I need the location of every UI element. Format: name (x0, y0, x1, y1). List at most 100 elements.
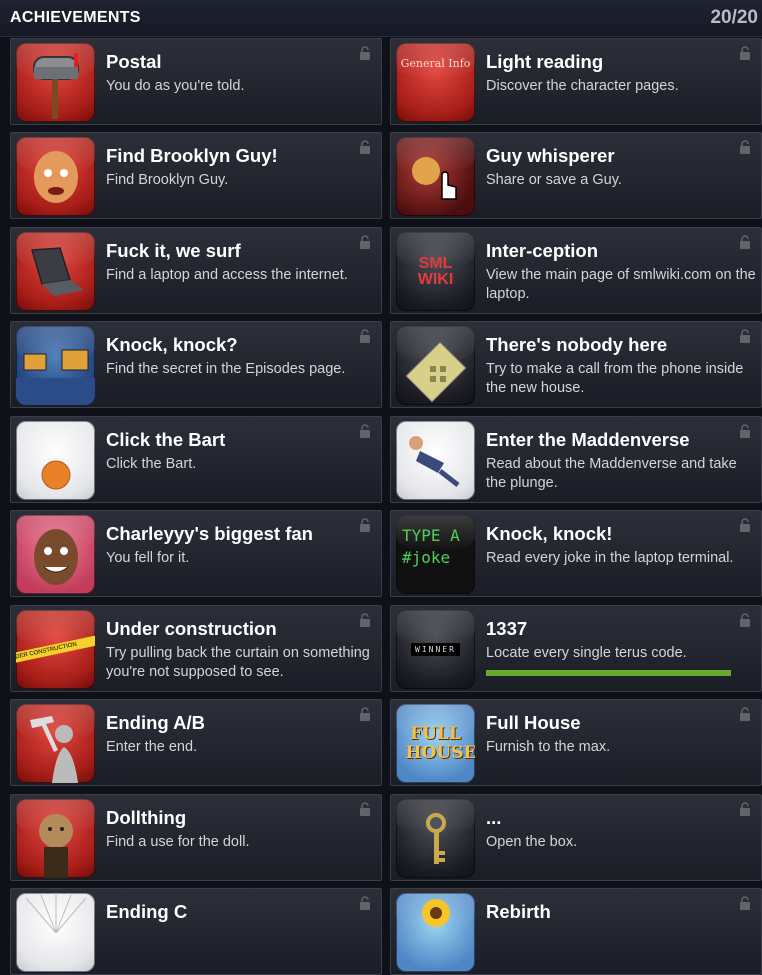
achievement-card-ending-c[interactable]: Ending C (10, 888, 382, 975)
achievement-name: Under construction (106, 618, 277, 639)
thumb-text: FULL HOUSE (405, 723, 476, 763)
achievement-description: Read about the Maddenverse and take the … (486, 456, 737, 491)
achievement-name: Ending A/B (106, 712, 205, 733)
achievement-card-charleyyys-biggest-fan[interactable]: Charleyyy's biggest fan You fell for it. (10, 510, 382, 597)
achievement-thumb: WINNER (396, 610, 475, 689)
achievement-description: Find Brooklyn Guy. (106, 172, 229, 188)
achievement-name: Knock, knock? (106, 334, 238, 355)
achievement-thumb (16, 421, 95, 500)
thumb-text: General Info (400, 57, 471, 70)
achievement-card-guy-whisperer[interactable]: Guy whisperer Share or save a Guy. (390, 132, 762, 219)
achievement-thumb (16, 893, 95, 972)
achievement-card-light-reading[interactable]: General Info Light reading Discover the … (390, 38, 762, 125)
achievement-description: Try pulling back the curtain on somethin… (106, 645, 370, 680)
achievement-description: Furnish to the max. (486, 739, 611, 755)
unlocked-padlock-icon (360, 707, 370, 721)
achievement-card-enter-the-maddenverse[interactable]: Enter the Maddenverse Read about the Mad… (390, 416, 762, 503)
achievement-thumb (16, 137, 95, 216)
achievement-card-inter-ception[interactable]: SML WIKI Inter-ception View the main pag… (390, 227, 762, 314)
unlocked-padlock-icon (360, 46, 370, 60)
construction-tape-icon: UNDER CONSTRUCTION (16, 610, 95, 689)
achievement-name: Light reading (486, 51, 604, 72)
achievement-card-fuck-it-we-surf[interactable]: Fuck it, we surf Find a laptop and acces… (10, 227, 382, 314)
achievement-thumb: TYPE A #joke (396, 515, 475, 594)
achievement-card-theres-nobody-here[interactable]: There's nobody here Try to make a call f… (390, 321, 762, 408)
progress-fill (486, 670, 731, 676)
achievement-name: Click the Bart (106, 429, 226, 450)
achievement-card-ellipsis[interactable]: ... Open the box. (390, 794, 762, 881)
achievement-card-find-brooklyn-guy[interactable]: Find Brooklyn Guy! Find Brooklyn Guy. (10, 132, 382, 219)
achievement-card-under-construction[interactable]: UNDER CONSTRUCTION Under construction Tr… (10, 605, 382, 692)
unlocked-padlock-icon (360, 518, 370, 532)
brooklyn-guy-icon (16, 137, 95, 216)
winner-display-icon: WINNER (396, 610, 475, 689)
achievement-thumb (16, 232, 95, 311)
unlocked-padlock-icon (740, 613, 750, 627)
achievement-name: Guy whisperer (486, 145, 615, 166)
achievement-description: Open the box. (486, 834, 578, 850)
unlocked-padlock-icon (740, 518, 750, 532)
terminal-icon: TYPE A #joke (396, 515, 475, 594)
achievement-card-click-the-bart[interactable]: Click the Bart Click the Bart. (10, 416, 382, 503)
achievement-thumb (16, 326, 95, 405)
thumb-text: WINNER (411, 643, 460, 656)
achievement-thumb (396, 893, 475, 972)
achievement-card-postal[interactable]: Postal You do as you're told. (10, 38, 382, 125)
achievement-name: Inter-ception (486, 240, 599, 261)
achievement-card-dollthing[interactable]: Dollthing Find a use for the doll. (10, 794, 382, 881)
unlocked-padlock-icon (740, 46, 750, 60)
achievement-card-full-house[interactable]: FULL HOUSE Full House Furnish to the max… (390, 699, 762, 786)
achievement-thumb (16, 43, 95, 122)
unlocked-padlock-icon (360, 802, 370, 816)
mailbox-icon (16, 43, 95, 122)
achievement-description: You do as you're told. (106, 78, 245, 94)
achievement-description: Read every joke in the laptop terminal. (486, 550, 734, 566)
thumb-text: #joke (402, 548, 451, 567)
achievement-thumb: SML WIKI (396, 232, 475, 311)
unlocked-padlock-icon (740, 235, 750, 249)
achievement-description: Try to make a call from the phone inside… (486, 361, 744, 396)
voodoo-doll-icon (16, 799, 95, 878)
thumb-text: SML WIKI (417, 254, 454, 288)
achievement-card-ending-ab[interactable]: Ending A/B Enter the end. (10, 699, 382, 786)
achievement-name: Fuck it, we surf (106, 240, 241, 261)
achievement-thumb (16, 799, 95, 878)
unlocked-padlock-icon (740, 896, 750, 910)
unlocked-padlock-icon (360, 896, 370, 910)
achievement-name: Enter the Maddenverse (486, 429, 690, 450)
telephone-icon (396, 326, 475, 405)
full-house-logo-icon: FULL HOUSE (396, 704, 476, 783)
achievement-card-rebirth[interactable]: Rebirth (390, 888, 762, 975)
laptop-icon (16, 232, 95, 311)
achievement-thumb (16, 704, 95, 783)
unlocked-padlock-icon (360, 424, 370, 438)
thumb-text: UNDER CONSTRUCTION (16, 633, 95, 665)
achievement-description: Locate every single terus code. (486, 645, 687, 661)
achievement-card-1337[interactable]: WINNER 1337 Locate every single terus co… (390, 605, 762, 692)
achievement-name: Postal (106, 51, 162, 72)
achievement-thumb: General Info (396, 43, 475, 122)
episodes-page-icon (16, 326, 95, 405)
achievement-name: ... (486, 807, 502, 828)
unlocked-padlock-icon (360, 235, 370, 249)
achievements-grid: Postal You do as you're told. General In… (0, 0, 762, 975)
achievement-description: Find a laptop and access the internet. (106, 267, 348, 283)
achievement-thumb (16, 515, 95, 594)
unlocked-padlock-icon (740, 140, 750, 154)
achievement-thumb (396, 421, 475, 500)
sml-wiki-logo-icon: SML WIKI (396, 232, 475, 311)
achievement-thumb (396, 799, 475, 878)
sunflower-icon (396, 893, 475, 972)
unlocked-padlock-icon (740, 424, 750, 438)
achievement-card-knock-knock-exclaim[interactable]: TYPE A #joke Knock, knock! Read every jo… (390, 510, 762, 597)
achievement-description: Find the secret in the Episodes page. (106, 361, 346, 377)
unlocked-padlock-icon (360, 329, 370, 343)
unlocked-padlock-icon (740, 329, 750, 343)
falling-man-icon (396, 421, 475, 500)
achievement-name: Find Brooklyn Guy! (106, 145, 278, 166)
achievement-thumb (396, 137, 475, 216)
achievement-name: Charleyyy's biggest fan (106, 523, 313, 544)
achievement-progress-bar (486, 670, 731, 676)
achievement-card-knock-knock-question[interactable]: Knock, knock? Find the secret in the Epi… (10, 321, 382, 408)
achievement-name: Knock, knock! (486, 523, 613, 544)
